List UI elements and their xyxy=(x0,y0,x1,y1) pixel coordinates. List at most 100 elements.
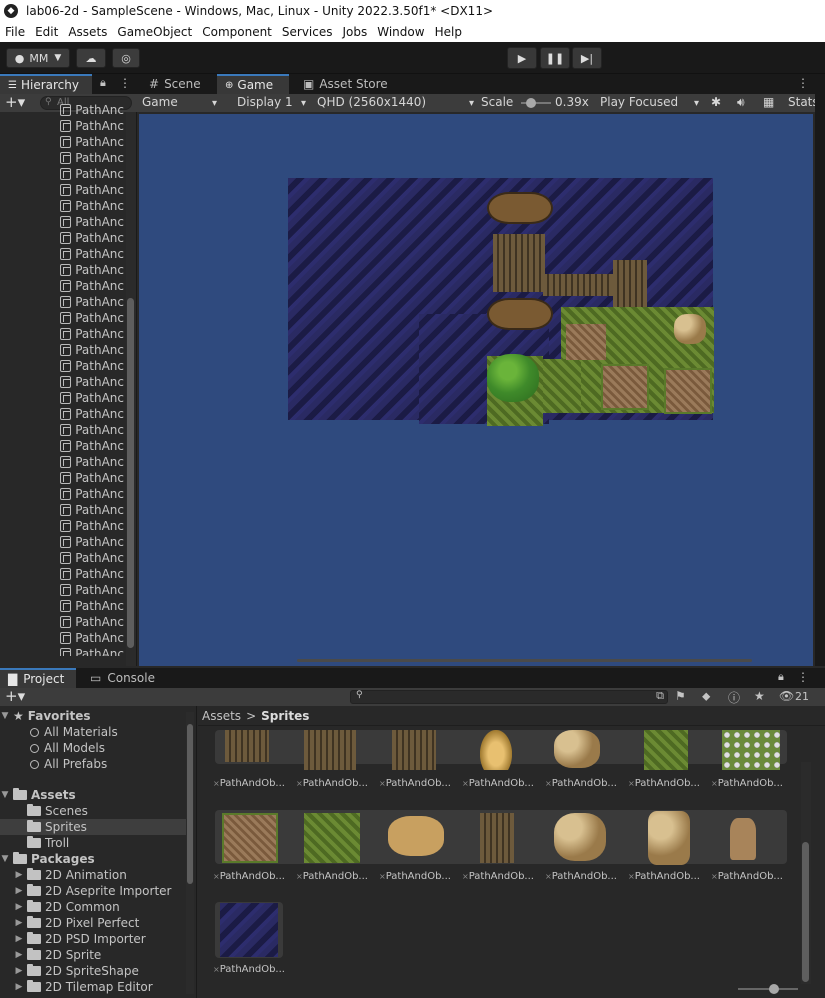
expand-arrow-icon[interactable]: ▼ xyxy=(0,854,10,864)
hierarchy-item[interactable]: PathAnc xyxy=(0,278,124,294)
asset-thumbnail[interactable] xyxy=(554,813,606,861)
menu-jobs[interactable]: Jobs xyxy=(338,25,373,39)
asset-label[interactable]: ×PathAndOb... xyxy=(711,871,785,882)
hierarchy-item[interactable]: PathAnc xyxy=(0,262,124,278)
mode-dropdown[interactable]: Game xyxy=(142,95,217,109)
hierarchy-item[interactable]: PathAnc xyxy=(0,470,124,486)
hierarchy-item[interactable]: PathAnc xyxy=(0,502,124,518)
hierarchy-item[interactable]: PathAnc xyxy=(0,614,124,630)
hierarchy-item[interactable]: PathAnc xyxy=(0,566,124,582)
asset-label[interactable]: ×PathAndOb... xyxy=(711,778,785,789)
asset-thumbnail[interactable] xyxy=(392,730,436,770)
hierarchy-item[interactable]: PathAnc xyxy=(0,102,124,118)
filter-type-icon[interactable]: ⚑ xyxy=(675,689,686,703)
asset-label[interactable]: ×PathAndOb... xyxy=(545,778,619,789)
asset-thumbnail[interactable] xyxy=(220,903,278,957)
gizmos-grid-icon[interactable]: ▦ xyxy=(763,95,774,109)
scale-slider-knob[interactable] xyxy=(525,98,536,108)
tree-package-item[interactable]: ▶ 2D Common xyxy=(0,899,186,915)
tree-favorites[interactable]: ▼ ★ Favorites xyxy=(0,708,186,724)
asset-label[interactable]: ×PathAndOb... xyxy=(628,778,702,789)
hierarchy-item[interactable]: PathAnc xyxy=(0,310,124,326)
kebab-menu-icon[interactable]: ⋮ xyxy=(797,670,809,684)
hierarchy-item[interactable]: PathAnc xyxy=(0,214,124,230)
tree-scroll-thumb[interactable] xyxy=(187,724,193,884)
add-icon[interactable]: +▾ xyxy=(5,687,25,705)
hierarchy-scroll-thumb[interactable] xyxy=(127,298,134,648)
tab-asset-store[interactable]: ▣ Asset Store xyxy=(295,74,396,94)
hierarchy-scrollbar[interactable] xyxy=(126,112,136,666)
thumbnail-size-slider[interactable] xyxy=(738,984,798,994)
tree-fav-item[interactable]: All Prefabs xyxy=(0,756,186,772)
tree-package-item[interactable]: ▶ 2D Aseprite Importer xyxy=(0,883,186,899)
hierarchy-item[interactable]: PathAnc xyxy=(0,406,124,422)
asset-label[interactable]: ×PathAndOb... xyxy=(213,964,287,975)
hierarchy-item[interactable]: PathAnc xyxy=(0,118,124,134)
asset-label[interactable]: ×PathAndOb... xyxy=(379,871,453,882)
hierarchy-item[interactable]: PathAnc xyxy=(0,246,124,262)
hierarchy-item[interactable]: PathAnc xyxy=(0,630,124,646)
menu-help[interactable]: Help xyxy=(430,25,467,39)
tree-packages[interactable]: ▼ Packages xyxy=(0,851,186,867)
asset-thumbnail[interactable] xyxy=(648,811,690,865)
expand-arrow-icon[interactable]: ▶ xyxy=(14,950,24,960)
hierarchy-item[interactable]: PathAnc xyxy=(0,374,124,390)
tree-folder-scenes[interactable]: Scenes xyxy=(0,803,186,819)
tree-fav-item[interactable]: All Materials xyxy=(0,724,186,740)
tree-scrollbar[interactable] xyxy=(186,712,194,994)
game-canvas[interactable] xyxy=(139,114,813,666)
asset-label[interactable]: ×PathAndOb... xyxy=(296,871,370,882)
tree-package-item[interactable]: ▶ 2D PSD Importer xyxy=(0,931,186,947)
expand-arrow-icon[interactable]: ▶ xyxy=(14,966,24,976)
lock-icon[interactable]: 🔒︎ xyxy=(778,670,784,684)
menu-edit[interactable]: Edit xyxy=(30,25,63,39)
asset-thumbnail[interactable] xyxy=(304,730,356,770)
hierarchy-item[interactable]: PathAnc xyxy=(0,134,124,150)
tree-package-item[interactable]: ▶ 2D Pixel Perfect xyxy=(0,915,186,931)
menu-services[interactable]: Services xyxy=(277,25,338,39)
tree-fav-item[interactable]: All Models xyxy=(0,740,186,756)
tab-console[interactable]: ▭ Console xyxy=(82,668,163,688)
kebab-menu-icon[interactable]: ⋮ xyxy=(119,76,131,90)
tab-project[interactable]: ▇ Project xyxy=(0,668,76,688)
kebab-menu-icon[interactable]: ⋮ xyxy=(797,76,809,90)
lock-icon[interactable]: 🔒︎ xyxy=(100,76,106,90)
tree-package-item[interactable]: ▶ 2D Sprite xyxy=(0,947,186,963)
search-options-icon[interactable]: ⧉ xyxy=(656,689,664,703)
menu-gameobject[interactable]: GameObject xyxy=(112,25,197,39)
asset-thumbnail[interactable] xyxy=(304,813,360,863)
hierarchy-item[interactable]: PathAnc xyxy=(0,230,124,246)
hierarchy-item[interactable]: PathAnc xyxy=(0,550,124,566)
asset-label[interactable]: ×PathAndOb... xyxy=(462,778,536,789)
step-button[interactable]: ▶| xyxy=(572,47,602,69)
menu-window[interactable]: Window xyxy=(372,25,429,39)
audio-icon[interactable]: 🔊︎ xyxy=(737,95,745,110)
content-scroll-thumb[interactable] xyxy=(802,842,809,982)
hierarchy-item[interactable]: PathAnc xyxy=(0,150,124,166)
menu-component[interactable]: Component xyxy=(197,25,277,39)
hierarchy-item[interactable]: PathAnc xyxy=(0,438,124,454)
tree-package-item[interactable]: ▶ 2D Animation xyxy=(0,867,186,883)
expand-arrow-icon[interactable]: ▶ xyxy=(14,870,24,880)
hierarchy-item[interactable]: PathAnc xyxy=(0,358,124,374)
tree-package-item[interactable]: ▶ 2D SpriteShape xyxy=(0,963,186,979)
expand-arrow-icon[interactable]: ▶ xyxy=(14,934,24,944)
content-scrollbar[interactable] xyxy=(801,762,811,984)
tab-scene[interactable]: # Scene xyxy=(141,74,209,94)
game-horizontal-scrollbar[interactable] xyxy=(297,659,752,662)
hierarchy-item[interactable]: PathAnc xyxy=(0,534,124,550)
thumbnail-size-knob[interactable] xyxy=(769,984,779,994)
pause-button[interactable]: ❚❚ xyxy=(540,47,570,69)
account-dropdown[interactable]: ● MM ▼ xyxy=(6,48,70,68)
hierarchy-item[interactable]: PathAnc xyxy=(0,182,124,198)
breadcrumb-sprites[interactable]: Sprites xyxy=(261,709,309,723)
favorite-star-icon[interactable]: ★ xyxy=(754,689,765,703)
expand-arrow-icon[interactable]: ▶ xyxy=(14,982,24,992)
tree-folder-troll[interactable]: Troll xyxy=(0,835,186,851)
hierarchy-item[interactable]: PathAnc xyxy=(0,166,124,182)
menu-assets[interactable]: Assets xyxy=(63,25,112,39)
asset-label[interactable]: ×PathAndOb... xyxy=(379,778,453,789)
expand-arrow-icon[interactable]: ▼ xyxy=(0,790,10,800)
asset-label[interactable]: ×PathAndOb... xyxy=(213,871,287,882)
expand-arrow-icon[interactable]: ▶ xyxy=(14,918,24,928)
